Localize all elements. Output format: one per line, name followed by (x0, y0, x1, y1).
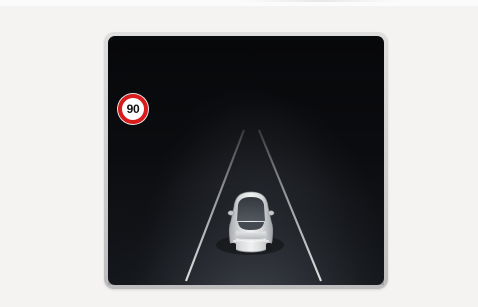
page: 90 (0, 0, 478, 307)
speed-limit-value: 90 (126, 102, 140, 116)
ego-vehicle-car-icon (227, 191, 275, 253)
top-edge (0, 0, 478, 6)
speed-limit-sign-icon: 90 (118, 94, 148, 124)
